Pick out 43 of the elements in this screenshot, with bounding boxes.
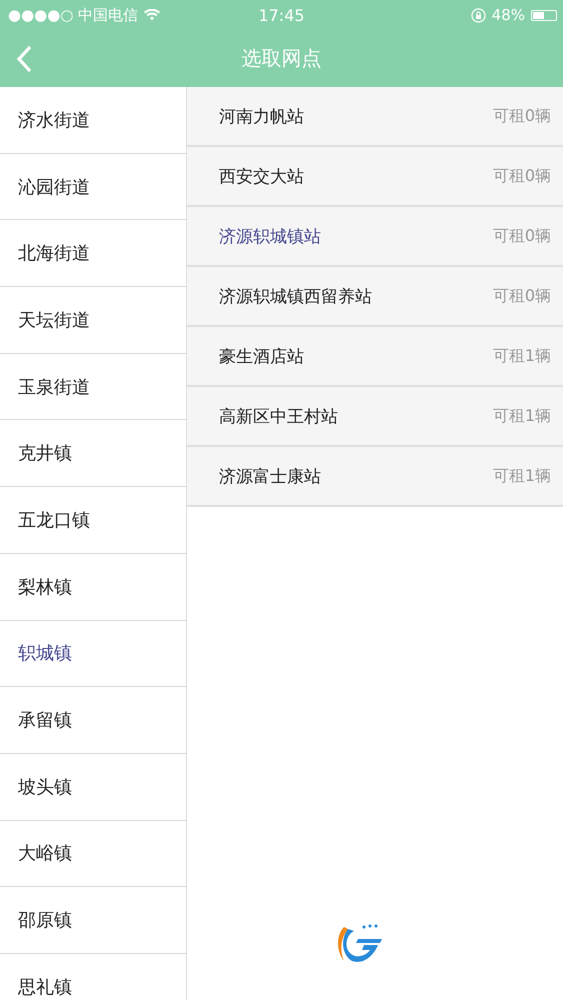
back-icon[interactable] [16,44,32,72]
district-item[interactable]: 玉泉街道 [0,354,186,420]
district-item[interactable]: 大峪镇 [0,820,186,888]
availability-text: 可租0辆 [492,106,551,126]
station-row[interactable]: 河南力帆站 可租0辆 [187,87,563,147]
station-name: 河南力帆站 [219,106,304,128]
station-row[interactable]: 济源富士康站 可租1辆 [187,447,563,507]
district-item[interactable]: 坡头镇 [0,754,186,821]
station-row[interactable]: 豪生酒店站 可租1辆 [187,327,563,387]
station-name: 济源富士康站 [219,466,321,488]
clock-text: 17:45 [258,6,305,24]
district-item[interactable]: 沁园街道 [0,154,186,220]
availability-text: 可租1辆 [492,346,551,366]
district-item[interactable]: 梨林镇 [0,554,186,620]
station-name: 西安交大站 [219,166,304,188]
station-name: 豪生酒店站 [219,346,304,368]
district-item[interactable]: 天坛街道 [0,287,186,354]
availability-text: 可租0辆 [492,166,551,186]
availability-text: 可租1辆 [492,466,551,486]
district-item[interactable]: 济水街道 [0,87,186,154]
battery-icon [531,10,557,20]
station-name: 高新区中王村站 [219,406,338,428]
availability-text: 可租0辆 [492,226,551,246]
station-row[interactable]: 西安交大站 可租0辆 [187,147,563,207]
station-row[interactable]: 济源轵城镇西留养站 可租0辆 [187,267,563,327]
rotation-lock-icon [470,8,486,22]
availability-text: 可租1辆 [492,406,551,426]
district-item[interactable]: 轵城镇 [0,620,186,688]
station-row[interactable]: 济源轵城镇站 可租0辆 [187,207,563,267]
district-item[interactable]: 承留镇 [0,687,186,754]
district-item[interactable]: 克井镇 [0,420,186,488]
district-item[interactable]: 五龙口镇 [0,487,186,554]
availability-text: 可租0辆 [492,286,551,306]
wifi-icon [144,9,160,21]
carrier-text: ●●●●○ 中国电信 [8,6,138,24]
district-item[interactable]: 思礼镇 [0,954,186,1000]
station-row[interactable]: 高新区中王村站 可租1辆 [187,387,563,447]
page-title: 选取网点 [242,45,322,72]
district-item[interactable]: 北海街道 [0,220,186,288]
battery-text: 48% [492,6,525,24]
district-item[interactable]: 邵原镇 [0,887,186,954]
station-name: 济源轵城镇西留养站 [219,286,372,308]
station-name: 济源轵城镇站 [219,226,321,248]
